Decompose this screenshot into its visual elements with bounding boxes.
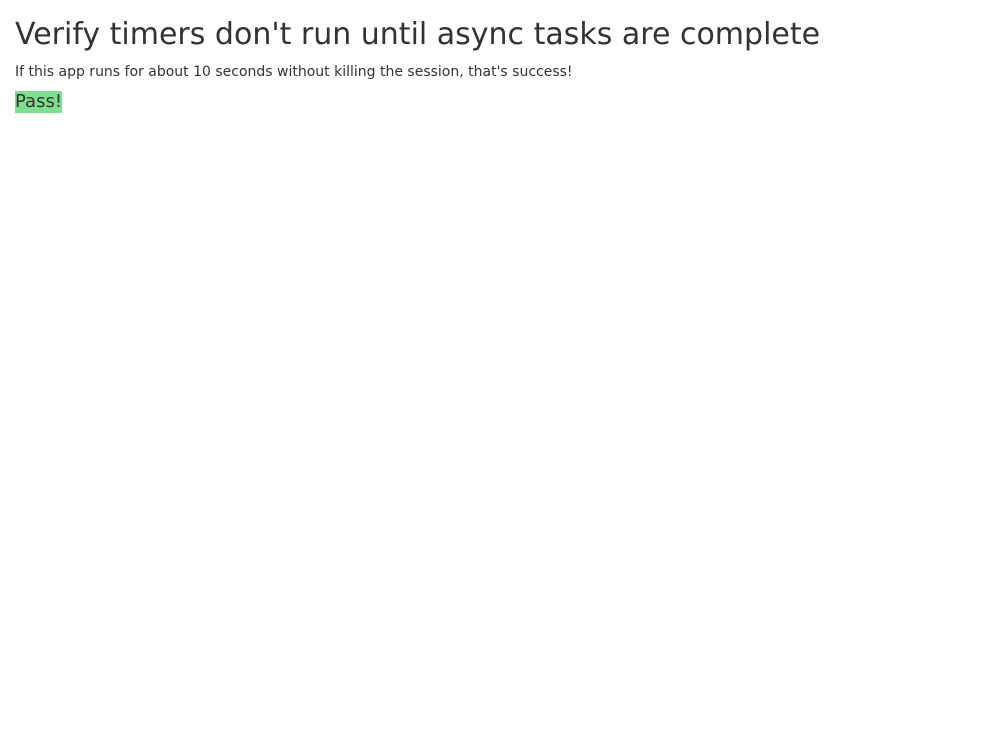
page-title: Verify timers don't run until async task… [15,17,821,52]
status-badge: Pass! [15,91,63,113]
page-description: If this app runs for about 10 seconds wi… [15,64,573,80]
